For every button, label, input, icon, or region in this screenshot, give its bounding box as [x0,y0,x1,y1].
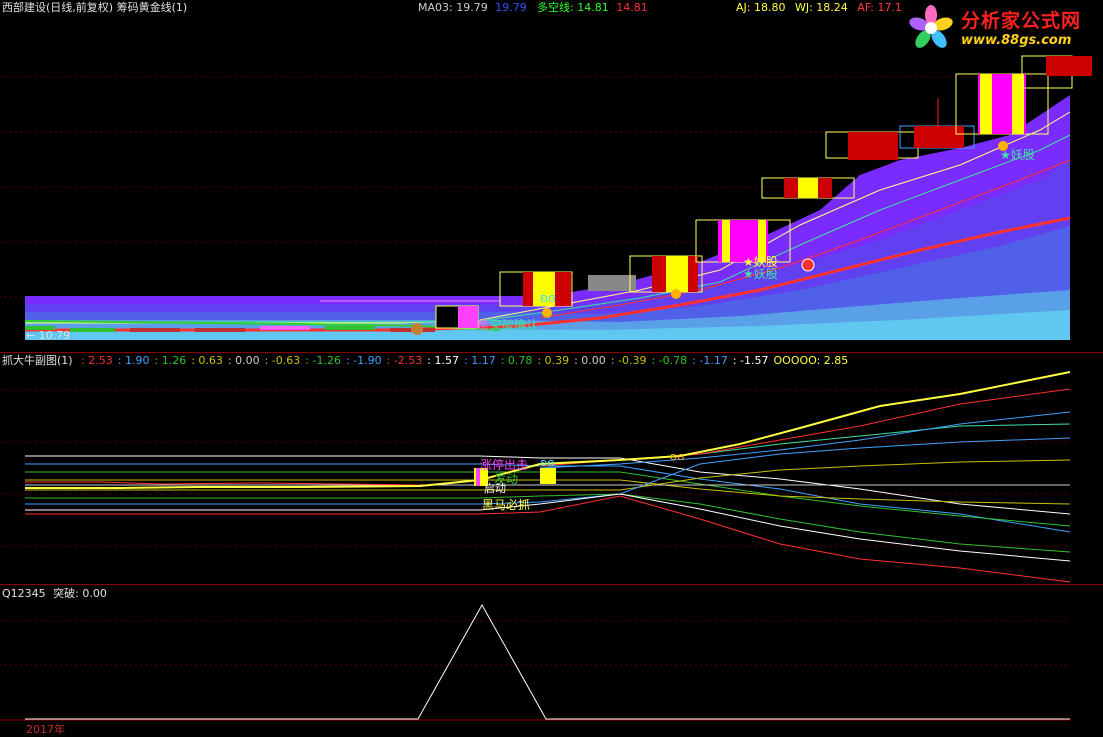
sub1-chart: ʚɞ ʚɞ [0,371,1071,583]
jiadong-label: 启动 [484,482,506,495]
qiao-label: 瞧 [476,318,489,332]
sub2-grid [0,620,1070,666]
yaogu-label-3: ★妖股 [743,267,778,281]
tupo-line [25,603,1070,720]
butterfly-icon: ʚɞ [540,291,556,305]
sub1-bar-c [540,468,556,484]
sub1-butterfly-icon: ʚɞ [670,450,685,463]
sub2-chart [0,603,1070,721]
tupo-label: 突破确认 [490,318,539,332]
sub1-grid [0,389,1070,547]
sub1-band-lines [25,388,1071,583]
sub1-butterfly-icon-2: ʚɞ [540,456,555,469]
price-marker: ← 10.79 [26,329,71,342]
red-ball-icon [801,258,815,272]
gold-coin-icon [671,289,681,299]
heima-label: 黑马必抓 [482,498,531,512]
gold-coin-icon-2 [542,308,552,318]
candle-3 [588,275,636,291]
main-price-chart: ʚɞ [0,55,1092,340]
year-label: 2017年 [26,723,65,736]
money-bag-icon [411,323,423,335]
yaogu-label-1: ★妖股 [1000,148,1035,162]
